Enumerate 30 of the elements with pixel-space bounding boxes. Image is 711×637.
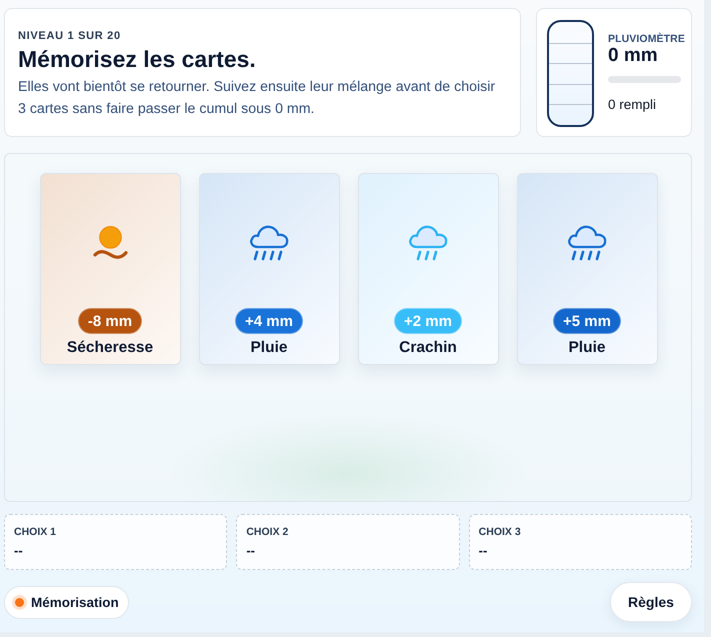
card-name: Pluie [250, 339, 288, 357]
choice-label: CHOIX 1 [14, 526, 56, 539]
status-label: Mémorisation [31, 594, 119, 610]
card-name: Sécheresse [66, 339, 154, 357]
amount-badge: +5 mm [553, 308, 621, 334]
weather-card[interactable]: +4 mm Pluie [198, 173, 340, 365]
choice-slot[interactable]: CHOIX 3 -- [468, 514, 692, 570]
choice-slot[interactable]: CHOIX 2 -- [236, 514, 460, 570]
choice-value: -- [246, 543, 255, 558]
card-name: Crachin [399, 339, 457, 357]
instructions-text: Elles vont bientôt se retourner. Suivez ensuite leur mélange avant de choisir 3 cartes sans faire passer le cumul sous 0 mm. [18, 78, 496, 118]
choice-slot[interactable]: CHOIX 1 -- [4, 514, 228, 570]
weather-card[interactable]: -8 mm Sécheresse [40, 173, 180, 365]
gauge-fill-text: 0 rempli [608, 97, 658, 113]
amount-badge: +2 mm [394, 308, 462, 334]
amount-badge: -8 mm [78, 308, 142, 334]
choice-label: CHOIX 2 [246, 526, 288, 539]
choice-value: -- [478, 543, 488, 558]
page-title: Mémorisez les cartes. [18, 46, 257, 72]
weather-card[interactable]: +5 mm Pluie [516, 173, 658, 365]
sun-over-wave-icon [92, 224, 128, 260]
choice-label: CHOIX 3 [478, 526, 521, 539]
gauge-label: PLUVIOMÈTRE [608, 33, 686, 45]
card-name: Pluie [568, 339, 606, 357]
gauge-total: 0 mm [608, 45, 659, 67]
choice-value: -- [14, 543, 23, 558]
weather-card[interactable]: +2 mm Crachin [358, 173, 498, 365]
rules-button[interactable]: Règles [610, 582, 692, 622]
level-label: NIVEAU 1 SUR 20 [18, 30, 122, 43]
amount-badge: +4 mm [235, 308, 303, 334]
